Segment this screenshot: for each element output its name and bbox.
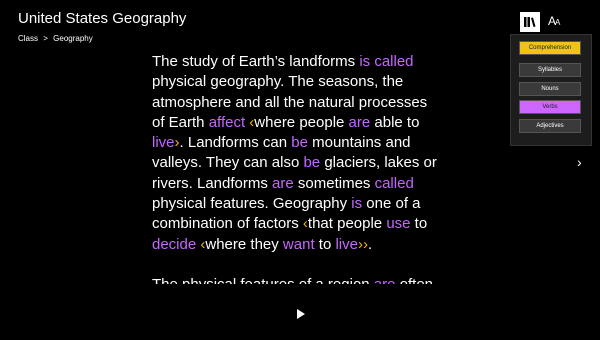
breadcrumb-class[interactable]: Class	[18, 34, 38, 43]
text-segment: The physical features of a region	[152, 276, 374, 284]
verb-highlight: decide	[152, 235, 197, 253]
reader-toolbar: AA	[520, 10, 600, 32]
text-line: decide ‹where they want to live››.	[152, 235, 462, 255]
text-line: live›. Landforms can be mountains and	[152, 133, 462, 153]
text-segment: where people	[254, 113, 349, 131]
text-segment: sometimes	[293, 174, 375, 192]
verb-highlight: called	[374, 174, 414, 192]
text-line: atmosphere and all the natural processes	[152, 93, 462, 113]
text-line: rivers. Landforms are sometimes called	[152, 174, 462, 194]
text-segment: mountains and	[307, 134, 411, 152]
font-size-big-glyph: A	[548, 14, 556, 28]
text-line: physical geography. The seasons, the	[152, 72, 462, 92]
text-line: The study of Earth’s landforms is called	[152, 52, 462, 72]
verb-highlight: be	[291, 134, 308, 152]
text-segment: physical geography. The seasons, the	[152, 73, 404, 91]
verb-highlight: live	[152, 134, 175, 152]
text-line: combination of factors ‹that people use …	[152, 214, 462, 234]
font-size-small-glyph: A	[555, 18, 560, 27]
text-segment: to	[314, 235, 336, 253]
highlight-verbs-button[interactable]: Verbs	[519, 100, 581, 114]
text-segment: . Landforms can	[179, 134, 292, 152]
highlight-panel: Comprehension Syllables Nouns Verbs Adjectiv…	[510, 34, 592, 146]
verb-highlight: affect	[208, 113, 246, 131]
highlight-nouns-button[interactable]: Nouns	[519, 82, 581, 96]
text-segment: atmosphere and all the natural processes	[152, 93, 428, 111]
book-icon[interactable]	[520, 12, 540, 32]
verb-highlight: want	[282, 235, 315, 253]
text-segment: to	[410, 215, 428, 233]
font-size-icon[interactable]: AA	[548, 14, 560, 28]
verb-highlight: is called	[359, 53, 414, 70]
verb-highlight: are	[272, 174, 294, 192]
text-segment: glaciers, lakes or	[320, 154, 437, 172]
text-segment: The study of Earth’s landforms	[152, 53, 360, 70]
text-segment: physical features. Geography	[152, 195, 352, 213]
text-segment: where they	[205, 235, 283, 253]
verb-highlight: is	[351, 195, 363, 213]
verb-highlight: are	[348, 113, 371, 131]
text-segment: .	[367, 235, 373, 253]
play-icon[interactable]	[297, 309, 305, 319]
text-segment: valleys. They can also	[152, 154, 304, 172]
text-line: physical features. Geography is one of a	[152, 194, 462, 214]
text-line	[152, 255, 462, 275]
text-line: of Earth affect ‹where people are able t…	[152, 113, 462, 133]
verb-highlight: be	[303, 154, 321, 172]
reading-pane: The study of Earth’s landforms is called…	[152, 52, 462, 284]
text-segment: of Earth	[152, 113, 209, 131]
text-line: valleys. They can also be glaciers, lake…	[152, 153, 462, 173]
text-segment: one of a	[362, 195, 421, 213]
verb-highlight: are	[374, 276, 396, 284]
verb-highlight: use	[386, 215, 411, 233]
text-segment: able to	[370, 113, 420, 131]
highlight-syllables-button[interactable]: Syllables	[519, 63, 581, 77]
text-line: The physical features of a region are of…	[152, 275, 462, 284]
text-segment: rivers. Landforms	[152, 174, 273, 192]
text-segment: often	[395, 276, 433, 284]
chevron-right-icon[interactable]: ›	[577, 154, 582, 170]
clause-highlight: ››	[357, 235, 368, 253]
text-segment: combination of factors	[152, 215, 303, 233]
page-title: United States Geography	[18, 10, 187, 27]
highlight-comprehension-button[interactable]: Comprehension	[519, 41, 581, 55]
verb-highlight: live	[335, 235, 358, 253]
highlight-adjectives-button[interactable]: Adjectives	[519, 119, 581, 133]
text-segment: that people	[307, 215, 387, 233]
breadcrumb: Class > Geography	[18, 34, 93, 43]
breadcrumb-geography[interactable]: Geography	[53, 34, 93, 43]
breadcrumb-separator: >	[43, 34, 48, 43]
